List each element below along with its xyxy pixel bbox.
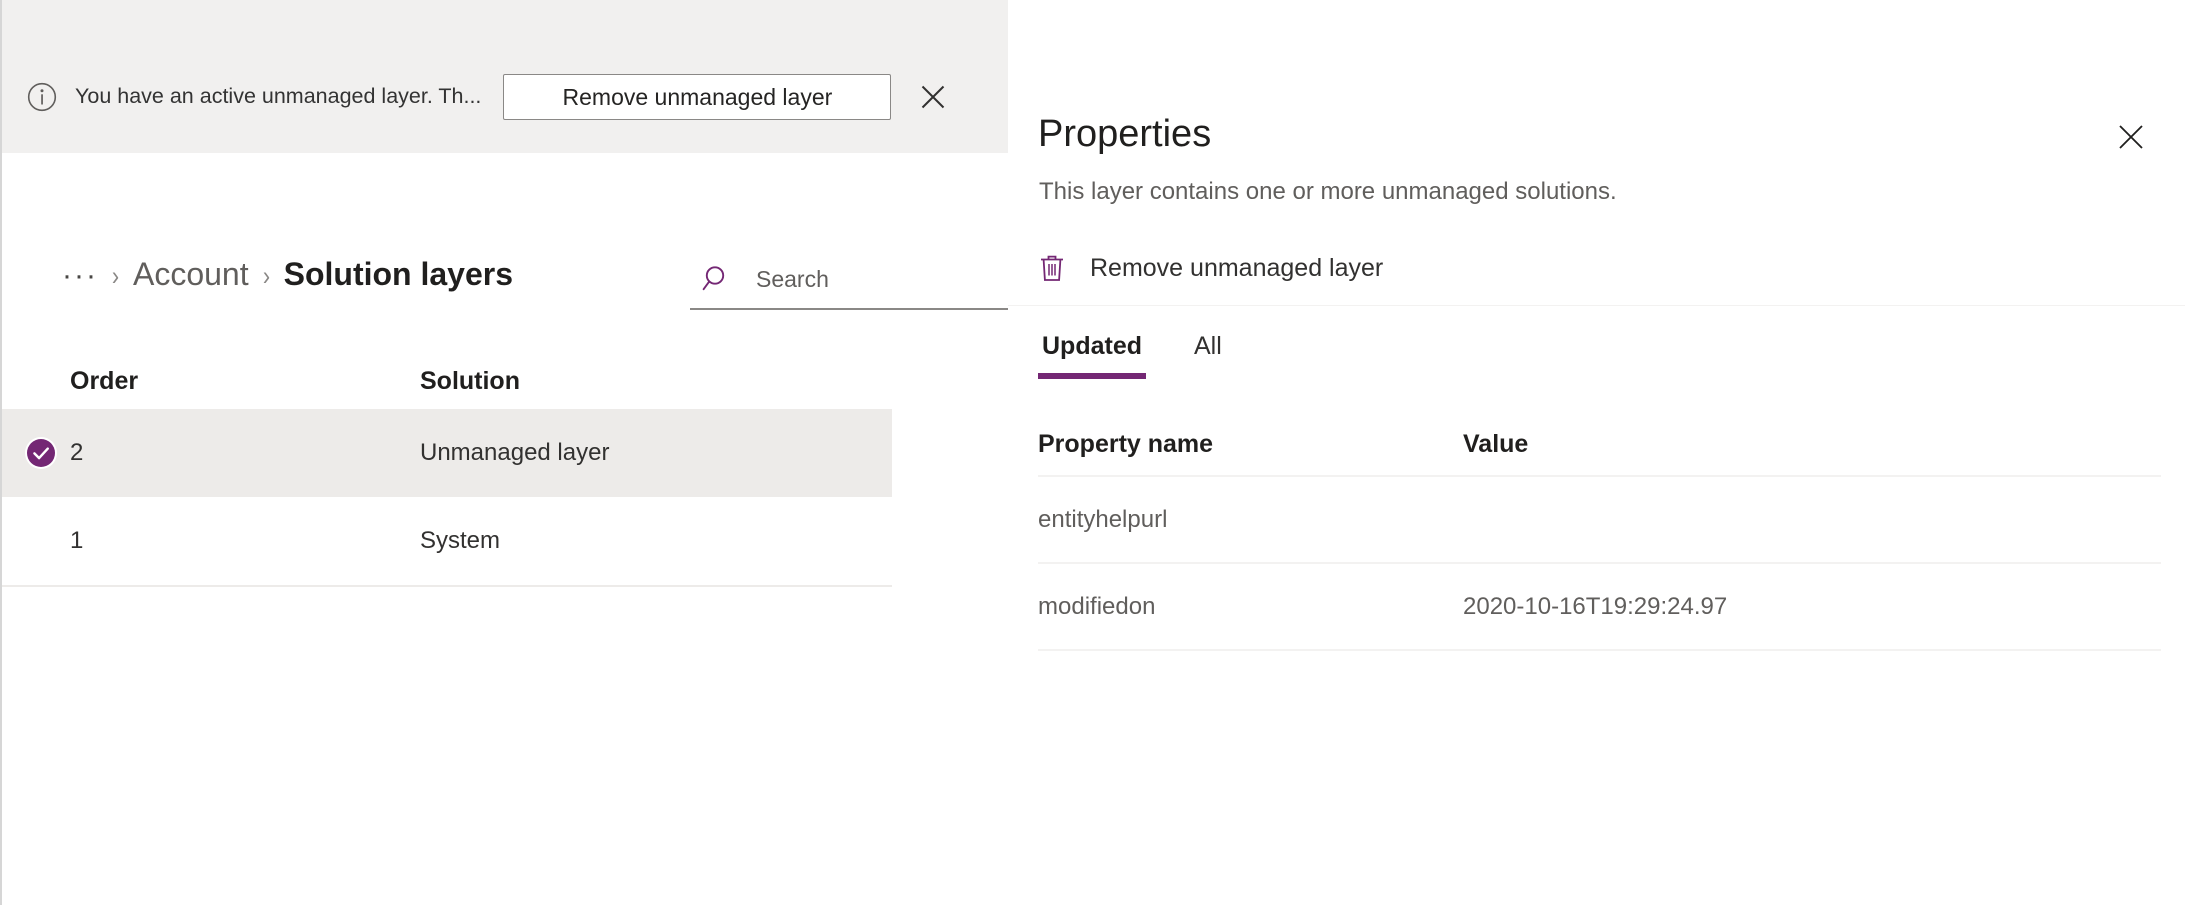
main-content-area: ··· › Account › Solution layers Or — [2, 153, 1008, 905]
table-body: 2 Unmanaged layer 1 System — [2, 409, 892, 587]
command-row: ··· › Account › Solution layers — [2, 238, 1008, 328]
column-header-label: Order — [70, 366, 139, 395]
solution-layers-table: Order Solution 2 Unmanaged layer 1 Syste… — [2, 353, 1008, 587]
table-header-row: Order Solution — [2, 353, 1008, 409]
properties-table: Property name Value entityhelpurl modifi… — [1038, 413, 2161, 651]
tab-label: All — [1194, 332, 1222, 360]
close-icon — [922, 85, 945, 109]
cell-text: modifiedon — [1038, 592, 1156, 620]
cell-text: Unmanaged layer — [420, 439, 610, 466]
row-selected-check-icon[interactable] — [24, 436, 58, 470]
breadcrumb-item-solution-layers: Solution layers — [283, 256, 513, 292]
search-icon — [702, 264, 732, 294]
column-header-order[interactable]: Order — [70, 367, 420, 396]
cell-text: 2 — [70, 439, 84, 466]
breadcrumb-overflow-button[interactable]: ··· — [62, 261, 98, 291]
properties-panel: Properties This layer contains one or mo… — [1008, 73, 2185, 905]
trash-icon — [1038, 253, 1066, 283]
column-header-label: Property name — [1038, 429, 1214, 458]
notification-bar: You have an active unmanaged layer. Th..… — [2, 0, 1008, 153]
column-header-label: Solution — [420, 366, 520, 395]
tab-updated[interactable]: Updated — [1038, 326, 1146, 379]
close-icon — [2119, 125, 2143, 149]
table-row[interactable]: entityhelpurl — [1038, 477, 2161, 564]
column-header-value[interactable]: Value — [1463, 430, 2161, 459]
column-header-label: Value — [1463, 429, 1529, 458]
cell-text: 1 — [70, 527, 84, 554]
tab-label: Updated — [1042, 332, 1142, 360]
column-header-solution[interactable]: Solution — [420, 367, 1008, 396]
command-label: Remove unmanaged layer — [1090, 253, 1384, 282]
cell-value: 2020-10-16T19:29:24.97 — [1463, 593, 2161, 621]
panel-tabs: Updated All — [1038, 326, 1270, 388]
cell-text: entityhelpurl — [1038, 505, 1168, 533]
cell-property-name: entityhelpurl — [1038, 506, 1463, 534]
column-header-property-name[interactable]: Property name — [1038, 430, 1463, 459]
cell-order: 2 — [70, 439, 420, 467]
panel-command-bar: Remove unmanaged layer — [1008, 236, 2185, 306]
cell-property-name: modifiedon — [1038, 593, 1463, 621]
panel-close-button[interactable] — [2107, 113, 2155, 161]
notification-close-button[interactable] — [911, 75, 955, 119]
search-input[interactable] — [756, 265, 966, 293]
tab-all[interactable]: All — [1190, 326, 1226, 379]
breadcrumb-item-account[interactable]: Account — [133, 258, 249, 290]
table-row[interactable]: 1 System — [2, 497, 892, 585]
cell-solution: Unmanaged layer — [420, 439, 892, 467]
cell-text: 2020-10-16T19:29:24.97 — [1463, 592, 1728, 620]
table-row[interactable]: 2 Unmanaged layer — [2, 409, 892, 497]
notification-message: You have an active unmanaged layer. Th..… — [75, 84, 482, 109]
breadcrumb-separator-icon: › — [262, 261, 270, 291]
app-root: You have an active unmanaged layer. Th..… — [0, 0, 2185, 905]
cell-text: System — [420, 527, 501, 554]
cell-solution: System — [420, 527, 892, 555]
cell-order: 1 — [70, 527, 420, 555]
notification-bar-content: You have an active unmanaged layer. Th..… — [2, 66, 1008, 128]
remove-unmanaged-layer-command[interactable]: Remove unmanaged layer — [1026, 240, 1395, 296]
breadcrumb: ··· › Account › Solution layers — [62, 258, 513, 308]
table-header-row: Property name Value — [1038, 413, 2161, 477]
search-box[interactable] — [690, 250, 1008, 310]
panel-subtitle: This layer contains one or more unmanage… — [1039, 178, 1617, 205]
remove-unmanaged-layer-button[interactable]: Remove unmanaged layer — [503, 74, 892, 120]
info-icon — [27, 82, 57, 112]
page-title: Properties — [1038, 113, 1212, 155]
breadcrumb-separator-icon: › — [111, 261, 120, 291]
table-row[interactable]: modifiedon 2020-10-16T19:29:24.97 — [1038, 564, 2161, 651]
